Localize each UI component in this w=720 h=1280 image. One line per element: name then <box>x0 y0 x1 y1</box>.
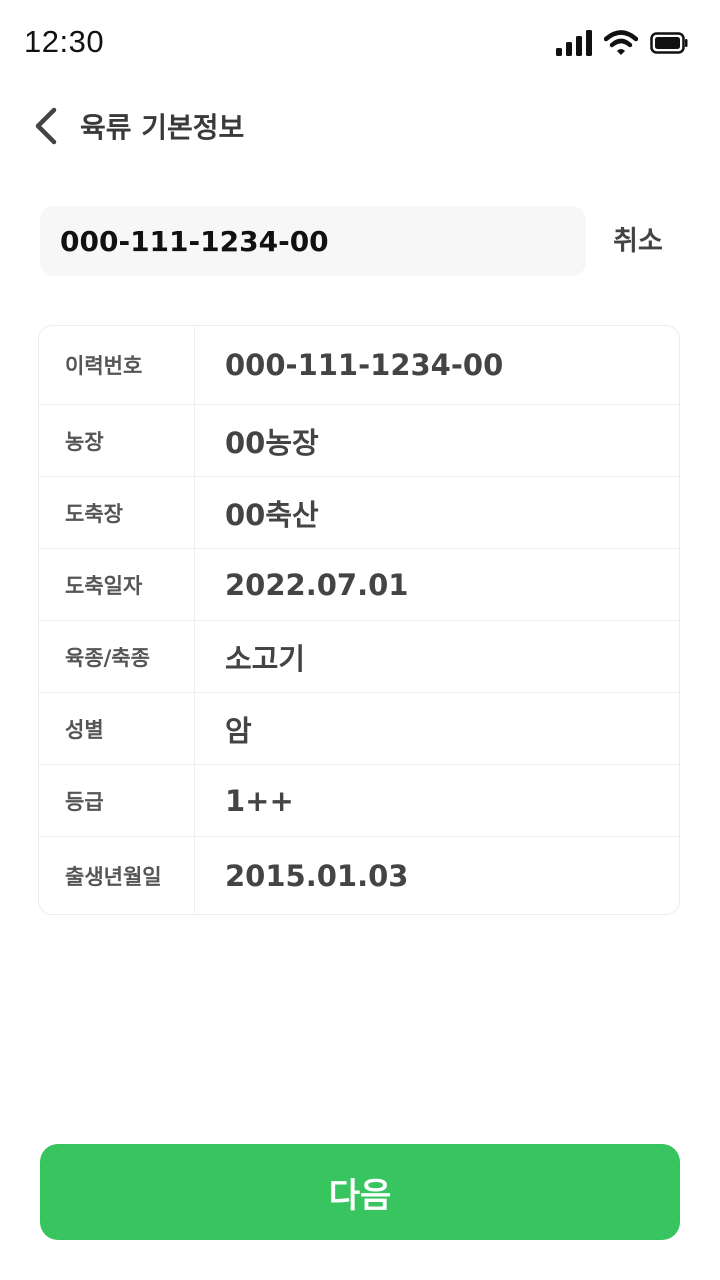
row-value: 2022.07.01 <box>225 567 409 602</box>
cancel-button[interactable]: 취소 <box>600 220 676 264</box>
row-value: 2015.01.03 <box>225 859 409 893</box>
table-row: 농장 00농장 <box>39 405 679 477</box>
chevron-left-icon <box>35 107 57 145</box>
row-label: 이력번호 <box>39 326 195 404</box>
table-row: 도축장 00축산 <box>39 477 679 549</box>
row-value: 000-111-1234-00 <box>225 348 504 382</box>
row-label: 도축장 <box>39 477 195 548</box>
status-icons <box>556 28 688 58</box>
status-time: 12:30 <box>24 24 105 59</box>
status-bar: 12:30 <box>0 0 720 84</box>
info-table: 이력번호 000-111-1234-00 농장 00농장 도축장 00축산 도축… <box>38 325 680 915</box>
search-box[interactable] <box>40 206 586 276</box>
row-label: 육종/축종 <box>39 621 195 692</box>
wifi-icon <box>604 30 638 55</box>
row-value: 암 <box>225 713 252 748</box>
battery-icon <box>650 32 688 54</box>
row-value: 소고기 <box>225 641 306 676</box>
cellular-signal-icon <box>556 30 592 56</box>
table-row: 육종/축종 소고기 <box>39 621 679 693</box>
row-label: 출생년월일 <box>39 837 195 914</box>
page-title: 육류 기본정보 <box>80 111 245 144</box>
next-button[interactable]: 다음 <box>40 1144 680 1240</box>
row-label: 도축일자 <box>39 549 195 620</box>
table-row: 도축일자 2022.07.01 <box>39 549 679 621</box>
table-row: 성별 암 <box>39 693 679 765</box>
screen: 12:30 육류 기본정보 000-111-1234-00 취소 이력번호 00… <box>0 0 720 1280</box>
table-row: 이력번호 000-111-1234-00 <box>39 326 679 405</box>
row-label: 성별 <box>39 693 195 764</box>
back-button[interactable] <box>28 104 68 148</box>
row-value: 1++ <box>225 783 294 818</box>
row-value: 00축산 <box>225 497 319 532</box>
table-row: 출생년월일 2015.01.03 <box>39 837 679 914</box>
row-value: 00농장 <box>225 425 319 460</box>
header: 육류 기본정보 <box>0 92 720 158</box>
table-row: 등급 1++ <box>39 765 679 837</box>
search-input[interactable] <box>60 224 586 258</box>
row-label: 농장 <box>39 405 195 476</box>
row-label: 등급 <box>39 765 195 836</box>
